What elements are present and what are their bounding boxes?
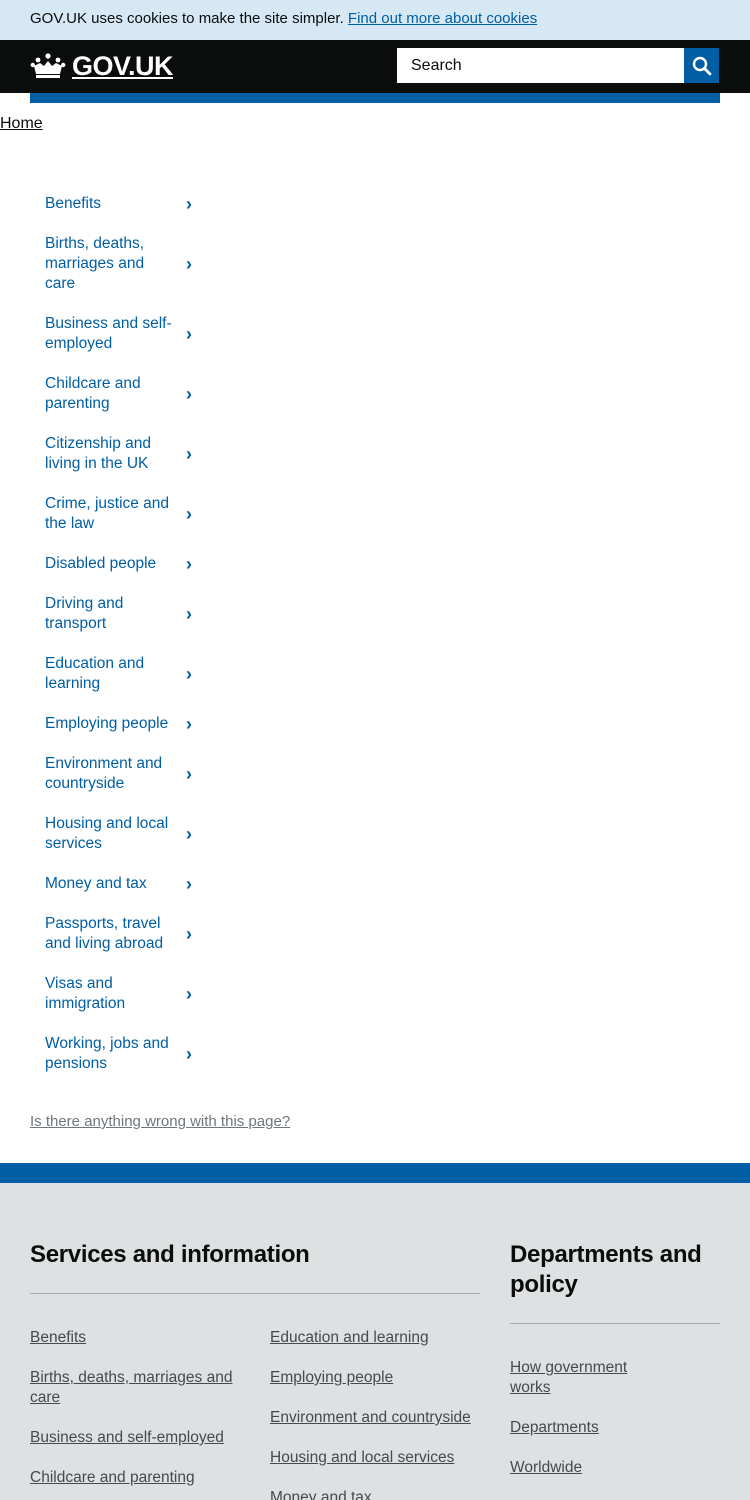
departments-divider xyxy=(510,1323,720,1324)
browse-item[interactable]: Housing and local services › xyxy=(30,804,200,864)
browse-item-label: Environment and countryside xyxy=(45,755,163,792)
browse-item[interactable]: Driving and transport › xyxy=(30,584,200,644)
browse-item[interactable]: Visas and immigration › xyxy=(30,964,200,1024)
footer-link-childcare[interactable]: Childcare and parenting xyxy=(30,1468,195,1488)
departments-heading: Departments and policy xyxy=(510,1241,702,1298)
browse-item[interactable]: Passports, travel and living abroad › xyxy=(30,904,200,964)
browse-item-label: Money and tax xyxy=(45,875,147,892)
cookie-info-link[interactable]: Find out more about cookies xyxy=(348,10,537,27)
chevron-right-icon: › xyxy=(186,1044,192,1064)
report-problem-link[interactable]: Is there anything wrong with this page? xyxy=(30,1112,290,1132)
chevron-right-icon: › xyxy=(186,504,192,524)
chevron-right-icon: › xyxy=(186,324,192,344)
site-header: GOV.UK xyxy=(0,40,750,93)
site-footer: Services and information Benefits Births… xyxy=(0,1163,750,1500)
cookie-banner: GOV.UK uses cookies to make the site sim… xyxy=(0,0,750,40)
breadcrumb: Home xyxy=(0,114,43,134)
footer-link-employing[interactable]: Employing people xyxy=(270,1368,393,1388)
search-form xyxy=(397,48,719,83)
chevron-right-icon: › xyxy=(186,384,192,404)
search-input[interactable] xyxy=(397,48,684,83)
browse-item-label: Driving and transport xyxy=(45,595,124,632)
browse-item-label: Employing people xyxy=(45,715,169,732)
services-heading: Services and information xyxy=(30,1241,310,1268)
footer-link-housing[interactable]: Housing and local services xyxy=(270,1448,454,1468)
browse-item[interactable]: Disabled people › xyxy=(30,544,200,584)
chevron-right-icon: › xyxy=(186,924,192,944)
browse-item[interactable]: Working, jobs and pensions › xyxy=(30,1024,200,1084)
footer-link-education[interactable]: Education and learning xyxy=(270,1328,429,1348)
browse-item[interactable]: Childcare and parenting › xyxy=(30,364,200,424)
chevron-right-icon: › xyxy=(186,444,192,464)
browse-category-list: Benefits › Births, deaths, marriages and c… xyxy=(30,184,200,1084)
browse-item-label: Benefits xyxy=(45,195,102,212)
footer-link-births-deaths[interactable]: Births, deaths, marriages and care xyxy=(30,1368,245,1408)
browse-item[interactable]: Crime, justice and the law › xyxy=(30,484,200,544)
browse-item-label: Education and learning xyxy=(45,655,145,692)
browse-item-label: Crime, justice and the law xyxy=(45,495,170,532)
footer-link-business[interactable]: Business and self-employed xyxy=(30,1428,224,1448)
browse-item[interactable]: Education and learning › xyxy=(30,644,200,704)
browse-item[interactable]: Money and tax › xyxy=(30,864,200,904)
browse-item[interactable]: Employing people › xyxy=(30,704,200,744)
browse-item-label: Business and self-employed xyxy=(45,315,172,352)
browse-item-label: Housing and local services xyxy=(45,815,169,852)
footer-link-departments[interactable]: Departments xyxy=(510,1418,599,1438)
cookie-banner-text: GOV.UK uses cookies to make the site sim… xyxy=(30,10,344,27)
services-divider xyxy=(30,1293,480,1294)
chevron-right-icon: › xyxy=(186,824,192,844)
browse-item[interactable]: Business and self-employed › xyxy=(30,304,200,364)
browse-item-label: Visas and immigration xyxy=(45,975,126,1012)
breadcrumb-home-link[interactable]: Home xyxy=(0,115,43,132)
chevron-right-icon: › xyxy=(186,194,192,214)
browse-item-label: Births, deaths, marriages and care xyxy=(45,235,145,292)
chevron-right-icon: › xyxy=(186,984,192,1004)
footer-link-worldwide[interactable]: Worldwide xyxy=(510,1458,582,1478)
chevron-right-icon: › xyxy=(186,714,192,734)
footer-link-environment[interactable]: Environment and countryside xyxy=(270,1408,471,1428)
browse-item-label: Passports, travel and living abroad xyxy=(45,915,164,952)
browse-item-label: Childcare and parenting xyxy=(45,375,141,412)
browse-item-label: Disabled people xyxy=(45,555,157,572)
header-blue-rule xyxy=(30,93,720,103)
logo-text: GOV.UK xyxy=(72,51,174,81)
footer-link-benefits[interactable]: Benefits xyxy=(30,1328,86,1348)
search-icon xyxy=(692,56,711,75)
footer-link-how-government-works[interactable]: How government works xyxy=(510,1358,650,1398)
browse-item[interactable]: Citizenship and living in the UK › xyxy=(30,424,200,484)
browse-item[interactable]: Environment and countryside › xyxy=(30,744,200,804)
chevron-right-icon: › xyxy=(186,874,192,894)
govuk-logo[interactable]: GOV.UK xyxy=(30,51,174,81)
chevron-right-icon: › xyxy=(186,554,192,574)
browse-item-label: Working, jobs and pensions xyxy=(45,1035,169,1072)
chevron-right-icon: › xyxy=(186,604,192,624)
chevron-right-icon: › xyxy=(186,664,192,684)
browse-item[interactable]: Births, deaths, marriages and care › xyxy=(30,224,200,304)
search-button[interactable] xyxy=(684,48,719,83)
chevron-right-icon: › xyxy=(186,254,192,274)
footer-link-money[interactable]: Money and tax xyxy=(270,1488,372,1500)
chevron-right-icon: › xyxy=(186,764,192,784)
browse-item-label: Citizenship and living in the UK xyxy=(45,435,151,472)
crown-icon xyxy=(30,53,66,78)
browse-item[interactable]: Benefits › xyxy=(30,184,200,224)
